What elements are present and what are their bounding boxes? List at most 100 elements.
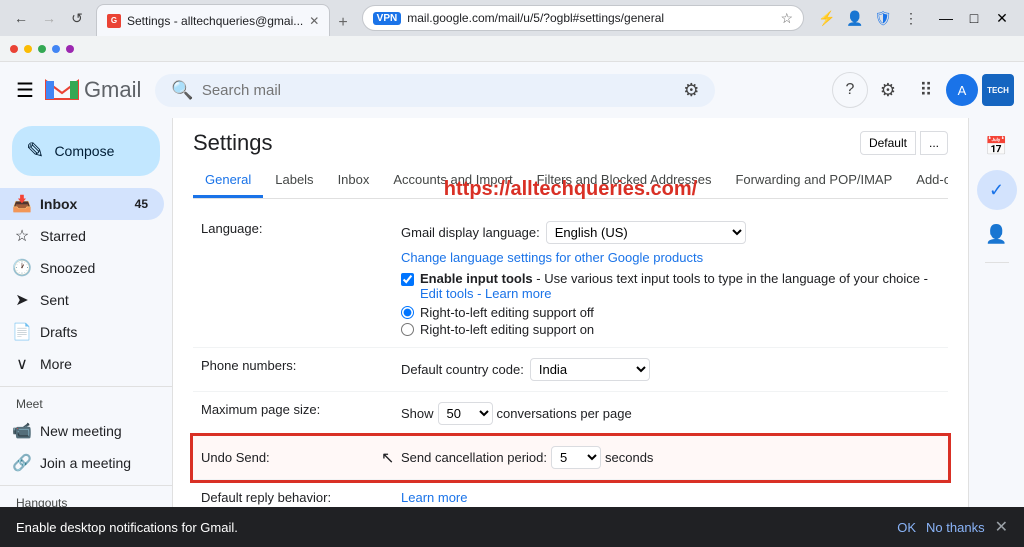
profile-button[interactable]: 👤 bbox=[842, 5, 868, 31]
tab-addons[interactable]: Add-ons bbox=[904, 164, 948, 198]
bookmark-dot-1 bbox=[10, 45, 18, 53]
extensions-button[interactable]: ⚡ bbox=[814, 5, 840, 31]
inbox-icon: 📥 bbox=[12, 194, 32, 214]
new-meeting-label: New meeting bbox=[40, 423, 122, 439]
tab-general[interactable]: General bbox=[193, 164, 263, 198]
language-display-row: Gmail display language: English (US) Cha… bbox=[401, 221, 940, 265]
settings-header: Settings Default ... bbox=[193, 130, 948, 156]
undo-send-select[interactable]: 5 10 20 30 bbox=[551, 446, 601, 469]
page-size-select[interactable]: 50 25 100 bbox=[438, 402, 493, 425]
default-reply-learn-more[interactable]: Learn more bbox=[401, 490, 940, 505]
sidebar-item-join-meeting[interactable]: 🔗 Join a meeting bbox=[0, 447, 164, 479]
active-tab[interactable]: G Settings - alltechqueries@gmai... ✕ bbox=[96, 4, 330, 36]
sidebar-item-inbox[interactable]: 📥 Inbox 45 bbox=[0, 188, 164, 220]
search-bar[interactable]: 🔍 ⚙ bbox=[155, 74, 715, 107]
bookmarks-bar bbox=[0, 36, 1024, 62]
compact-view-button[interactable]: ... bbox=[920, 131, 948, 155]
sidebar-item-new-meeting[interactable]: 📹 New meeting bbox=[0, 415, 164, 447]
forward-button[interactable]: → bbox=[36, 5, 62, 31]
reload-button[interactable]: ↺ bbox=[64, 5, 90, 31]
help-button[interactable]: ? bbox=[832, 72, 868, 108]
sidebar-item-sent[interactable]: ➤ Sent bbox=[0, 284, 164, 316]
sidebar: ✎ Compose 📥 Inbox 45 ☆ Starred 🕐 Snoozed… bbox=[0, 118, 172, 547]
right-panel-divider bbox=[985, 262, 1009, 263]
learn-more-link[interactable]: - Learn more bbox=[477, 286, 551, 301]
back-button[interactable]: ← bbox=[8, 5, 34, 31]
tab-inbox[interactable]: Inbox bbox=[326, 164, 382, 198]
tab-forwarding[interactable]: Forwarding and POP/IMAP bbox=[723, 164, 904, 198]
default-view-button[interactable]: Default bbox=[860, 131, 916, 155]
sidebar-item-starred[interactable]: ☆ Starred bbox=[0, 220, 164, 252]
sidebar-item-drafts[interactable]: 📄 Drafts bbox=[0, 316, 164, 348]
sidebar-item-more[interactable]: ∨ More bbox=[0, 348, 164, 380]
browser-controls: ← → ↺ bbox=[8, 5, 90, 31]
notification-ok-button[interactable]: OK bbox=[897, 520, 916, 535]
settings-button[interactable]: ⚙ bbox=[870, 72, 906, 108]
cancellation-label: Send cancellation period: bbox=[401, 450, 547, 465]
more-label: More bbox=[40, 356, 148, 372]
edit-tools-link[interactable]: Edit tools bbox=[420, 286, 473, 301]
search-input[interactable] bbox=[202, 82, 675, 99]
search-filter-icon[interactable]: ⚙ bbox=[683, 80, 699, 101]
rtl-on-label: Right-to-left editing support on bbox=[420, 322, 594, 337]
settings-container: Settings Default ... General Labels Inbo… bbox=[173, 118, 968, 547]
language-label: Language: bbox=[193, 211, 393, 348]
new-tab-button[interactable]: + bbox=[330, 10, 355, 36]
tab-close-button[interactable]: ✕ bbox=[309, 14, 319, 28]
window-controls: — □ ✕ bbox=[932, 5, 1016, 31]
bookmark-dot-5 bbox=[66, 45, 74, 53]
notification-bar: Enable desktop notifications for Gmail. … bbox=[0, 507, 1024, 547]
maximize-button[interactable]: □ bbox=[960, 5, 988, 31]
bookmark-dot-2 bbox=[24, 45, 32, 53]
rtl-radio-1-row: Right-to-left editing support off bbox=[401, 305, 940, 320]
rtl-off-label: Right-to-left editing support off bbox=[420, 305, 594, 320]
snoozed-icon: 🕐 bbox=[12, 258, 32, 278]
topbar-right: ? ⚙ ⠿ A TECH bbox=[832, 72, 1014, 108]
starred-icon: ☆ bbox=[12, 226, 32, 246]
notification-close-button[interactable]: ✕ bbox=[995, 517, 1008, 537]
language-content: Gmail display language: English (US) Cha… bbox=[393, 211, 948, 348]
browser-tabs: G Settings - alltechqueries@gmai... ✕ + bbox=[96, 0, 356, 36]
topbar: ☰ Gmail 🔍 ⚙ ? ⚙ ⠿ A TECH bbox=[0, 62, 1024, 118]
sidebar-item-snoozed[interactable]: 🕐 Snoozed bbox=[0, 252, 164, 284]
calendar-panel-button[interactable]: 📅 bbox=[977, 126, 1017, 166]
browser-more-button[interactable]: ⋮ bbox=[898, 5, 924, 31]
apps-button[interactable]: ⠿ bbox=[908, 72, 944, 108]
undo-send-row-content: Send cancellation period: 5 10 20 30 sec… bbox=[401, 446, 940, 469]
sidebar-divider-hangouts bbox=[0, 485, 172, 486]
change-language-link[interactable]: Change language settings for other Googl… bbox=[401, 250, 703, 265]
page-size-row: Maximum page size: Show 50 25 100 conver… bbox=[193, 392, 948, 436]
avatar[interactable]: A bbox=[946, 74, 978, 106]
address-bar[interactable]: VPN mail.google.com/mail/u/5/?ogbl#setti… bbox=[362, 5, 804, 31]
compose-plus-icon: ✎ bbox=[26, 138, 44, 164]
rtl-radio-2-row: Right-to-left editing support on bbox=[401, 322, 940, 337]
right-panel: 📅 ✓ 👤 + bbox=[968, 118, 1024, 547]
hamburger-button[interactable]: ☰ bbox=[10, 72, 40, 109]
drafts-icon: 📄 bbox=[12, 322, 32, 342]
search-icon: 🔍 bbox=[171, 80, 193, 101]
enable-input-tools-checkbox[interactable] bbox=[401, 273, 414, 286]
tab-filters[interactable]: Filters and Blocked Addresses bbox=[525, 164, 724, 198]
rtl-off-radio[interactable] bbox=[401, 306, 414, 319]
tasks-panel-button[interactable]: ✓ bbox=[977, 170, 1017, 210]
bookmark-icon[interactable]: ☆ bbox=[780, 10, 793, 27]
security-button[interactable]: 🛡 bbox=[870, 5, 896, 31]
compose-button[interactable]: ✎ Compose bbox=[12, 126, 160, 176]
notification-no-thanks-button[interactable]: No thanks bbox=[926, 520, 985, 535]
language-select[interactable]: English (US) bbox=[546, 221, 746, 244]
close-button[interactable]: ✕ bbox=[988, 5, 1016, 31]
tab-labels[interactable]: Labels bbox=[263, 164, 325, 198]
meet-section-label: Meet bbox=[0, 393, 172, 415]
tab-accounts[interactable]: Accounts and Import bbox=[381, 164, 524, 198]
sidebar-divider-meet bbox=[0, 386, 172, 387]
enable-tools-desc: - Use various text input tools to type i… bbox=[536, 271, 928, 286]
url-text[interactable]: mail.google.com/mail/u/5/?ogbl#settings/… bbox=[407, 11, 774, 25]
body: ✎ Compose 📥 Inbox 45 ☆ Starred 🕐 Snoozed… bbox=[0, 118, 1024, 547]
contacts-panel-button[interactable]: 👤 bbox=[977, 214, 1017, 254]
sent-label: Sent bbox=[40, 292, 148, 308]
minimize-button[interactable]: — bbox=[932, 5, 960, 31]
phone-content: Default country code: India bbox=[393, 348, 948, 392]
new-meeting-icon: 📹 bbox=[12, 421, 32, 441]
country-code-select[interactable]: India bbox=[530, 358, 650, 381]
rtl-on-radio[interactable] bbox=[401, 323, 414, 336]
